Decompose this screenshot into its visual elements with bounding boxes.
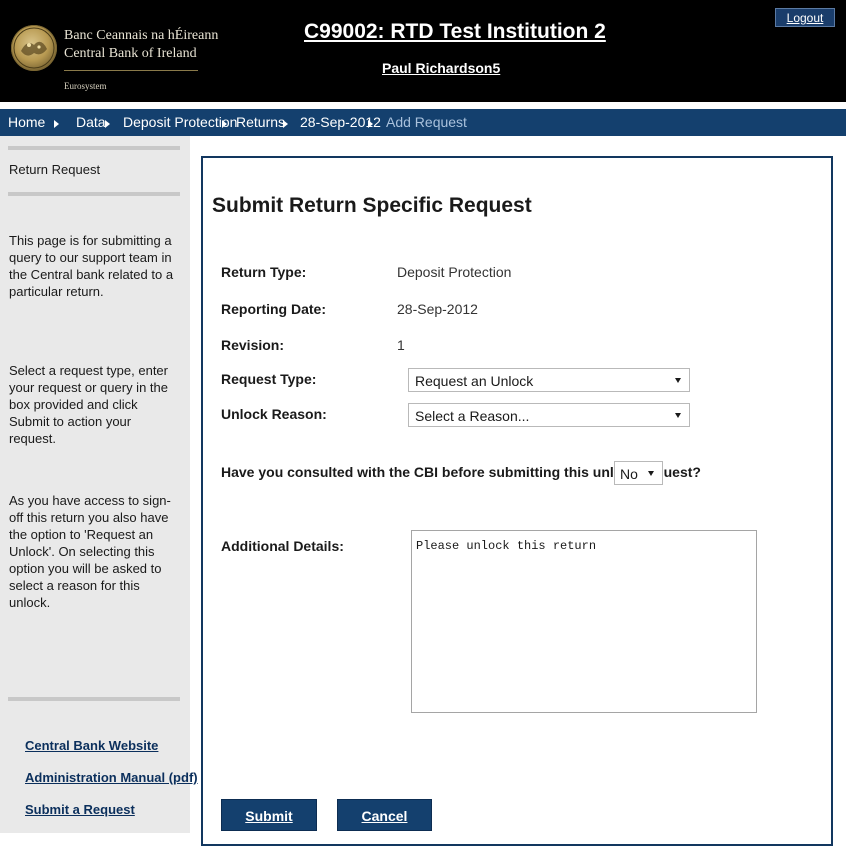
user-name-link[interactable]: Paul Richardson5 — [382, 60, 500, 76]
administration-manual-link[interactable]: Administration Manual (pdf) — [25, 770, 198, 785]
unlock-reason-selected: Select a Reason... — [415, 408, 530, 424]
chevron-down-icon — [675, 378, 681, 383]
request-type-selected: Request an Unlock — [415, 373, 534, 389]
cancel-button[interactable]: Cancel — [337, 799, 432, 831]
sidebar-divider — [8, 697, 180, 701]
central-bank-website-link[interactable]: Central Bank Website — [25, 738, 158, 753]
sidebar-title: Return Request — [9, 162, 101, 177]
unlock-reason-label: Unlock Reason: — [221, 406, 327, 422]
breadcrumb-data[interactable]: Data — [76, 114, 106, 130]
request-type-select[interactable]: Request an Unlock — [408, 368, 690, 392]
breadcrumb-arrow-icon — [105, 120, 110, 128]
reporting-date-value: 28-Sep-2012 — [397, 301, 478, 317]
unlock-reason-select[interactable]: Select a Reason... — [408, 403, 690, 427]
central-bank-seal-icon — [11, 25, 57, 71]
header-bar: Banc Ceannais na hÉireann Central Bank o… — [0, 0, 846, 102]
revision-value: 1 — [397, 337, 405, 353]
breadcrumb-arrow-icon — [222, 120, 227, 128]
bank-name-irish: Banc Ceannais na hÉireann — [64, 28, 219, 43]
breadcrumb-deposit-protection[interactable]: Deposit Protection — [123, 114, 237, 130]
sidebar-divider — [8, 146, 180, 150]
revision-label: Revision: — [221, 337, 285, 353]
logout-button[interactable]: Logout — [775, 8, 835, 27]
bank-name-english: Central Bank of Ireland — [64, 46, 197, 61]
additional-details-label: Additional Details: — [221, 538, 344, 554]
breadcrumb-returns[interactable]: Returns — [236, 114, 285, 130]
additional-details-textarea[interactable]: Please unlock this return — [411, 530, 757, 713]
sidebar-divider — [8, 192, 180, 196]
consulted-select[interactable]: No — [614, 461, 663, 485]
eurosystem-label: Eurosystem — [64, 81, 107, 91]
request-type-label: Request Type: — [221, 371, 317, 387]
chevron-down-icon — [648, 471, 654, 476]
chevron-down-icon — [675, 413, 681, 418]
sidebar-paragraph: Select a request type, enter your reques… — [9, 363, 168, 446]
logo-divider — [64, 70, 198, 71]
breadcrumb: Home Data Deposit Protection Returns 28-… — [0, 109, 846, 136]
reporting-date-label: Reporting Date: — [221, 301, 326, 317]
breadcrumb-arrow-icon — [54, 120, 59, 128]
breadcrumb-home[interactable]: Home — [8, 114, 45, 130]
consulted-selected: No — [620, 466, 638, 482]
main-panel — [201, 156, 833, 846]
return-type-label: Return Type: — [221, 264, 307, 280]
return-type-value: Deposit Protection — [397, 264, 512, 280]
breadcrumb-arrow-icon — [368, 120, 373, 128]
institution-title[interactable]: C99002: RTD Test Institution 2 — [304, 20, 606, 44]
breadcrumb-arrow-icon — [283, 120, 288, 128]
breadcrumb-current: Add Request — [386, 114, 467, 130]
submit-button[interactable]: Submit — [221, 799, 317, 831]
sidebar-paragraph: As you have access to sign-off this retu… — [9, 493, 171, 610]
sidebar-paragraph: This page is for submitting a query to o… — [9, 233, 174, 299]
submit-request-link[interactable]: Submit a Request — [25, 802, 135, 817]
page-title: Submit Return Specific Request — [212, 194, 532, 217]
